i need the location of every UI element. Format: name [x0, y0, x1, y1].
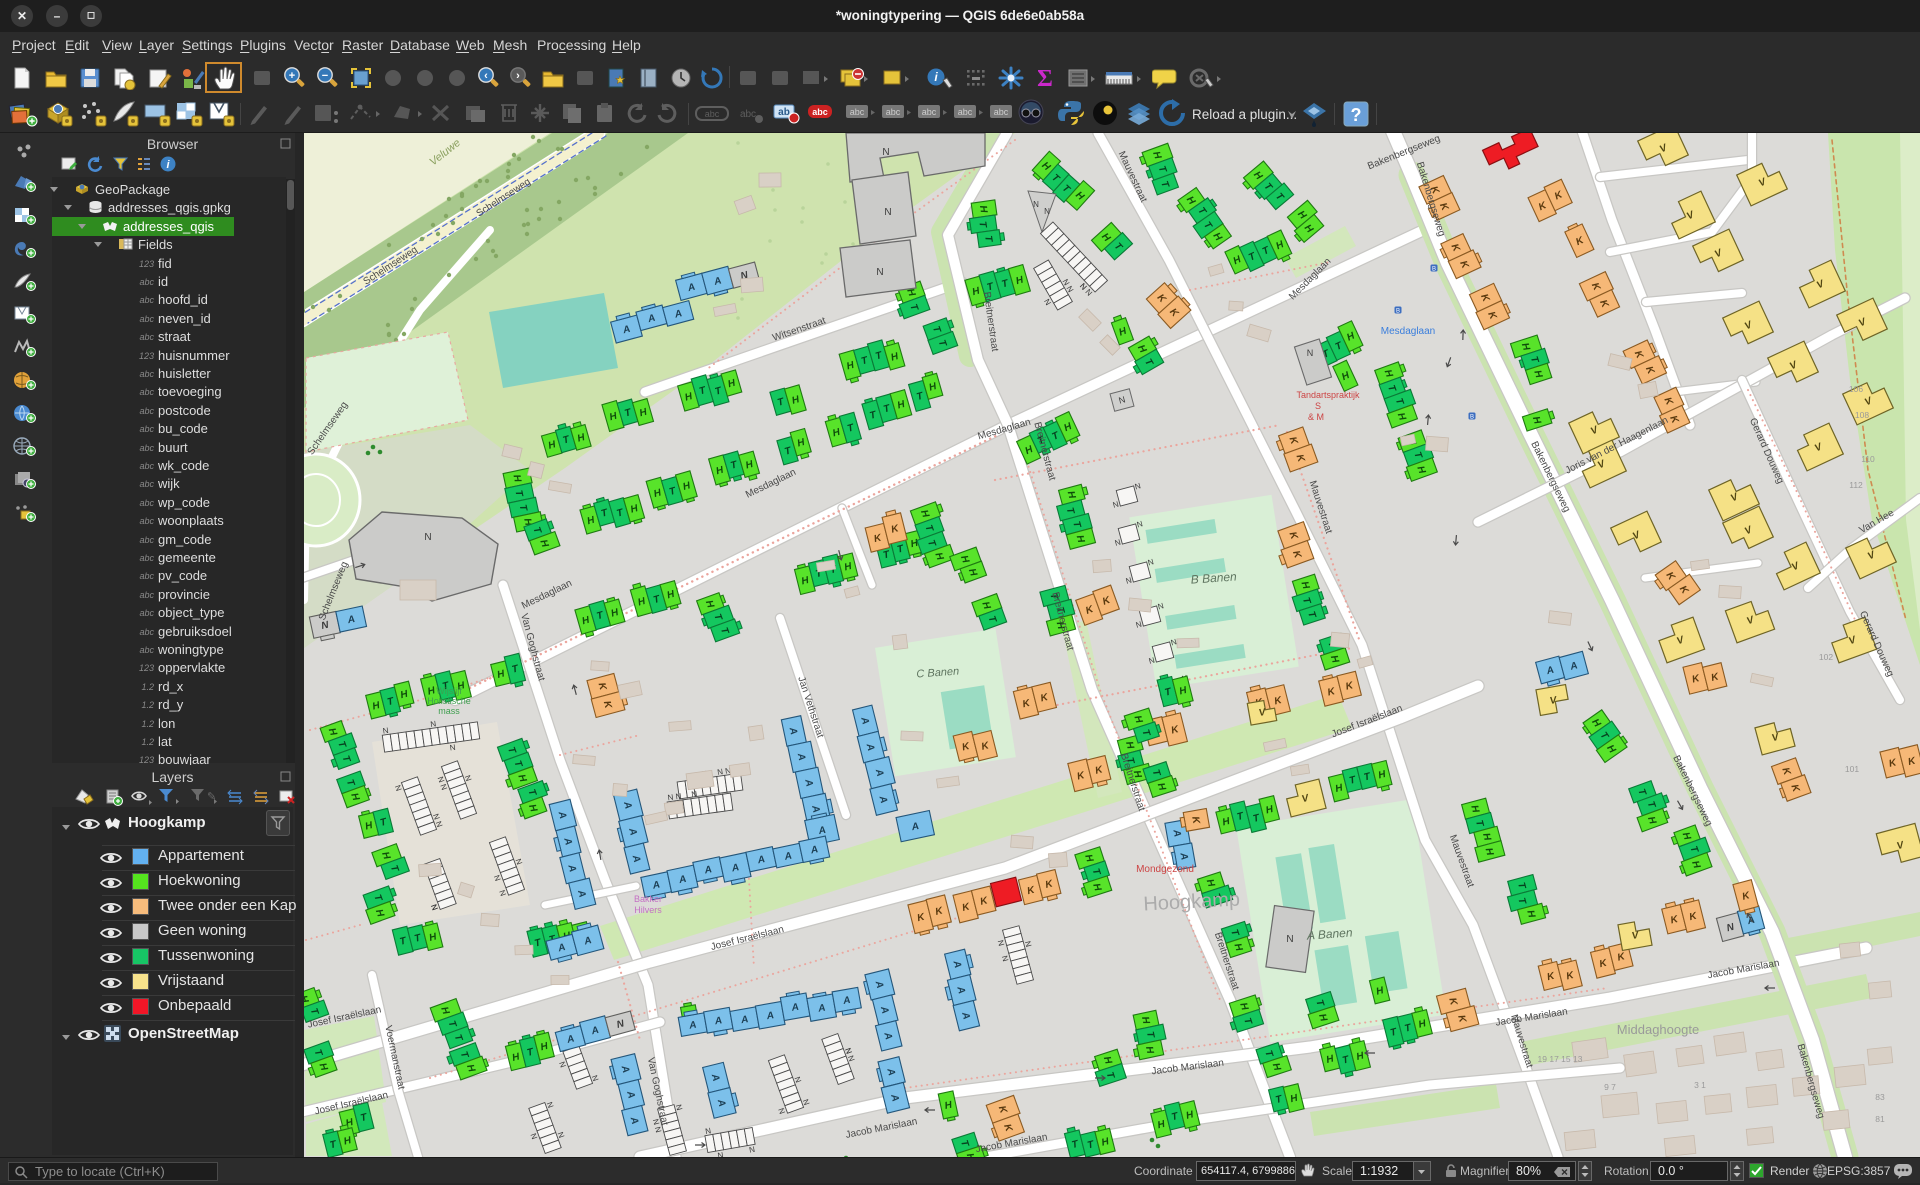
svg-text:Tandartspraktijk: Tandartspraktijk — [1296, 390, 1360, 400]
svg-text:N: N — [1307, 348, 1314, 358]
svg-text:101: 101 — [1845, 764, 1859, 774]
svg-text:abc: abc — [850, 107, 865, 117]
svg-text:110: 110 — [1861, 454, 1875, 464]
svg-text:−: − — [322, 70, 328, 82]
svg-text:N: N — [876, 267, 883, 278]
svg-text:N: N — [882, 147, 889, 158]
svg-text:Holistische: Holistische — [427, 696, 471, 706]
svg-text:N: N — [1286, 934, 1293, 945]
svg-text:19 17 15 13: 19 17 15 13 — [1538, 1054, 1583, 1064]
svg-text:abc: abc — [922, 107, 937, 117]
svg-text:Bakker: Bakker — [634, 894, 662, 904]
svg-text:abc: abc — [886, 107, 901, 117]
svg-text:‹: ‹ — [484, 70, 488, 82]
svg-text:ab: ab — [778, 107, 790, 118]
svg-text:Mesdaglaan: Mesdaglaan — [1381, 326, 1435, 337]
svg-text:›: › — [516, 70, 520, 82]
svg-text:Σ: Σ — [1037, 66, 1053, 92]
svg-text:106: 106 — [1849, 384, 1863, 394]
svg-text:abc: abc — [705, 109, 720, 119]
svg-text:Hilvers: Hilvers — [634, 905, 662, 915]
svg-text:108: 108 — [1855, 410, 1869, 420]
svg-text:+: + — [289, 70, 295, 82]
svg-text:& M: & M — [1308, 412, 1324, 422]
svg-text:N: N — [884, 207, 891, 218]
svg-text:9 7: 9 7 — [1604, 1082, 1616, 1092]
svg-text:N: N — [1033, 200, 1039, 209]
svg-text:N: N — [1044, 207, 1050, 216]
svg-text:N: N — [424, 532, 431, 543]
svg-text:B: B — [1396, 309, 1400, 315]
svg-text:3 1: 3 1 — [1694, 1080, 1706, 1090]
svg-text:83: 83 — [1875, 1092, 1885, 1102]
svg-text:B: B — [1470, 415, 1474, 421]
svg-text:112: 112 — [1849, 480, 1863, 490]
svg-text:abc: abc — [740, 109, 756, 120]
svg-text:mass: mass — [438, 706, 460, 716]
svg-text:Wijslijf: Wijslijf — [436, 686, 462, 696]
svg-text:?: ? — [1351, 105, 1362, 125]
svg-text:abc: abc — [994, 107, 1009, 117]
svg-text:abc: abc — [958, 107, 973, 117]
svg-text:S: S — [1315, 401, 1321, 411]
svg-text:102: 102 — [1819, 652, 1833, 662]
svg-text:81: 81 — [1875, 1114, 1885, 1124]
svg-text:Mondgezond: Mondgezond — [1136, 864, 1194, 875]
svg-text:Middaghoogte: Middaghoogte — [1617, 1022, 1699, 1037]
svg-text:abc: abc — [812, 107, 828, 117]
svg-text:B: B — [1432, 267, 1436, 273]
